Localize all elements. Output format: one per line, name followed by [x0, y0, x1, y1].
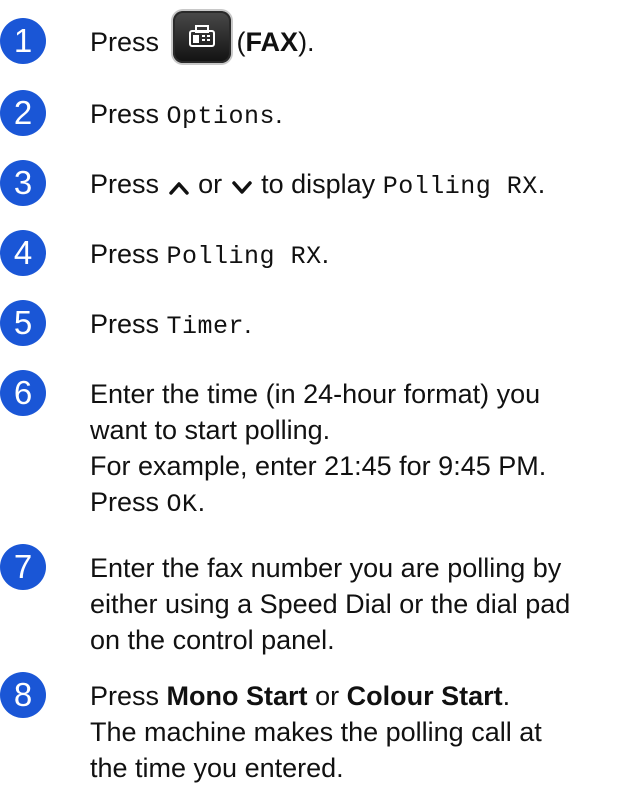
step-number-badge: 4 [0, 230, 46, 276]
menu-item-timer: Timer [166, 312, 245, 341]
step-text: Press Polling RX. [90, 236, 630, 275]
instruction-line: on the control panel. [90, 625, 335, 655]
period: . [244, 309, 252, 339]
instruction-steps: 1 Press (FAX). 2 Press Options. 3 Press … [0, 0, 638, 794]
step-text: Press Options. [90, 96, 630, 135]
instruction-line: Enter the time (in 24-hour format) you [90, 379, 541, 409]
period: . [197, 487, 206, 517]
instruction-line: want to start polling. [90, 415, 331, 445]
press-text: Press [90, 99, 160, 129]
fax-label: FAX [245, 27, 299, 57]
period: . [275, 99, 283, 129]
press-text: Press [90, 27, 160, 57]
or-text: or [198, 169, 223, 199]
step-text: Press Timer. [90, 306, 630, 345]
colour-start-label: Colour Start [346, 681, 503, 711]
instruction-line: For example, enter 21:45 for 9:45 PM. [90, 451, 547, 481]
step-number-badge: 6 [0, 370, 46, 416]
step-number-badge: 1 [0, 18, 46, 64]
press-text: Press [90, 681, 160, 711]
instruction-line: either using a Speed Dial or the dial pa… [90, 589, 571, 619]
mono-start-label: Mono Start [166, 681, 308, 711]
press-text: Press [90, 487, 160, 517]
step-number-badge: 2 [0, 90, 46, 136]
press-text: Press [90, 239, 160, 269]
fax-icon [188, 24, 215, 47]
chevron-down-icon [231, 168, 252, 204]
step-number-badge: 8 [0, 672, 46, 718]
or-text: or [315, 681, 340, 711]
step-number-badge: 7 [0, 544, 46, 590]
step-text: Enter the time (in 24-hour format) you w… [90, 376, 630, 523]
instruction-line: the time you entered. [90, 753, 344, 783]
menu-item-polling-rx: Polling RX [166, 242, 322, 271]
step-text: Enter the fax number you are polling by … [90, 550, 630, 658]
step-text: Press (FAX). [90, 10, 630, 63]
instruction-line: Enter the fax number you are polling by [90, 553, 562, 583]
chevron-up-icon [168, 168, 189, 204]
period: . [537, 169, 546, 199]
to-display-text: to display [261, 169, 376, 199]
menu-item-polling-rx: Polling RX [382, 172, 538, 201]
step-number-badge: 5 [0, 300, 46, 346]
fax-paren-open: ( [236, 27, 246, 57]
instruction-line: Press Mono Start or Colour Start. [90, 678, 630, 714]
instruction-line: Press OK. [90, 484, 630, 523]
press-text: Press [90, 309, 160, 339]
step-number-badge: 3 [0, 160, 46, 206]
fax-button[interactable] [172, 10, 231, 63]
press-text: Press [90, 169, 160, 199]
instruction-line: The machine makes the polling call at [90, 717, 542, 747]
step-text: Press Mono Start or Colour Start. The ma… [90, 678, 630, 786]
menu-item-options: Options [166, 102, 276, 131]
step-text: Press or to display Polling RX. [90, 166, 630, 205]
period: . [321, 239, 330, 269]
fax-paren-close: ). [298, 27, 315, 57]
menu-item-ok: OK [166, 490, 198, 519]
period: . [502, 681, 511, 711]
